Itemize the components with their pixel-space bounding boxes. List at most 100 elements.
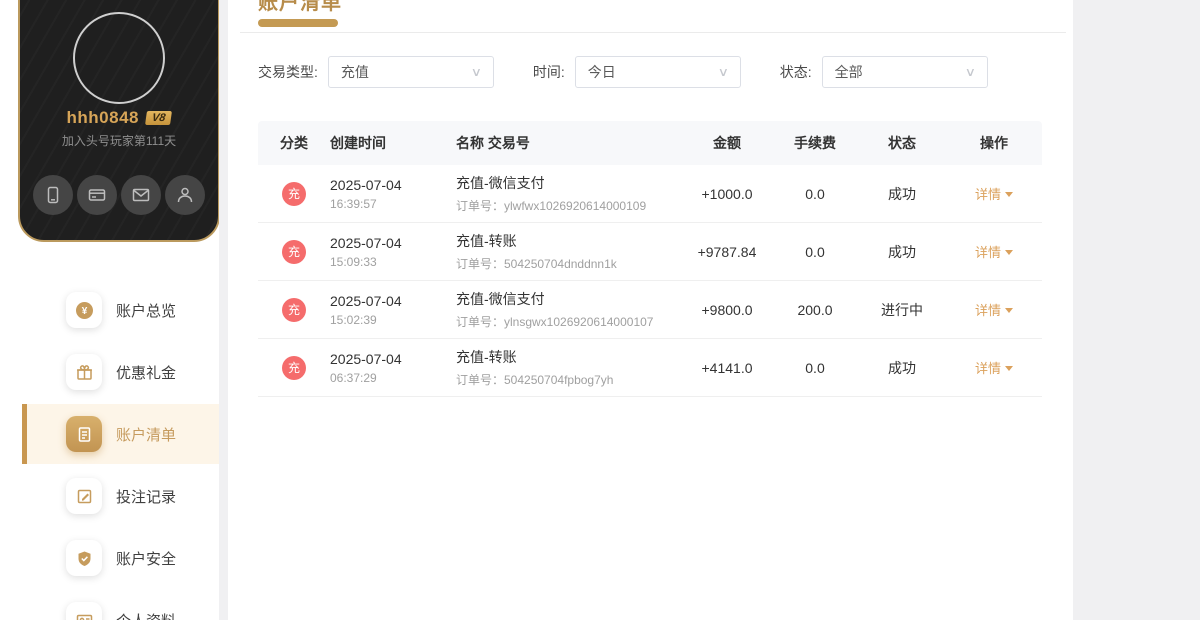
shield-check-icon [66, 540, 102, 576]
row-fee: 200.0 [797, 301, 833, 318]
row-status: 成功 [888, 185, 916, 202]
title-area: 账户清单 [258, 0, 1073, 13]
filter-label: 状态: [779, 64, 812, 80]
header-amount: 金额 [713, 135, 741, 151]
row-date: 2025-07-04 [330, 350, 402, 367]
table-row: 充 2025-07-04 06:37:29 充值-转账 订单号：50425070… [258, 339, 1042, 397]
svg-text:¥: ¥ [81, 306, 87, 317]
row-name: 充值-微信支付 [456, 291, 545, 307]
row-name: 充值-转账 [456, 233, 517, 249]
id-card-icon [66, 602, 102, 620]
recharge-category-badge: 充 [282, 181, 306, 206]
sidebar-item-label: 账户安全 [116, 550, 177, 568]
header-divider [240, 32, 1066, 33]
sidebar: hhh0848 V8 加入头号玩家第111天 ¥ 账户总览 优惠礼金 账户清单 … [0, 0, 219, 620]
header-created-time: 创建时间 [330, 135, 386, 151]
join-days-text: 加入头号玩家第111天 [61, 134, 177, 148]
row-date: 2025-07-04 [330, 176, 402, 193]
row-order-number: 订单号：504250704fpbog7yh [456, 373, 614, 387]
username-row: hhh0848 V8 [20, 108, 218, 128]
sidebar-menu: ¥ 账户总览 优惠礼金 账户清单 投注记录 账户安全 [0, 280, 219, 620]
header-status: 状态 [888, 135, 916, 151]
header-actions: 操作 [980, 135, 1008, 151]
profile-card: hhh0848 V8 加入头号玩家第111天 [18, 0, 219, 242]
row-fee: 0.0 [805, 185, 825, 202]
yuan-coin-icon: ¥ [66, 292, 102, 328]
row-status: 进行中 [881, 301, 923, 318]
detail-link[interactable]: 详情 [975, 361, 1013, 376]
page-background [1073, 0, 1200, 620]
recharge-category-badge: 充 [282, 239, 306, 264]
filter-label: 交易类型: [258, 64, 318, 80]
bank-card-icon[interactable] [77, 175, 117, 215]
row-name: 充值-微信支付 [456, 175, 545, 191]
title-underline [258, 19, 338, 27]
header-name-txid: 名称 交易号 [456, 135, 530, 151]
caret-down-icon [1005, 366, 1013, 371]
row-order-number: 订单号：ylnsgwx1026920614000107 [456, 315, 654, 329]
recharge-category-badge: 充 [282, 355, 306, 380]
mail-icon[interactable] [121, 175, 161, 215]
filter-bar: 交易类型: 充值 ∨ 时间: 今日 ∨ 状态: 全部 ∨ [258, 56, 1073, 88]
filter-transaction-type: 交易类型: 充值 ∨ [258, 56, 494, 88]
quick-icons-row [20, 175, 218, 215]
main-content: 账户清单 交易类型: 充值 ∨ 时间: 今日 ∨ 状态: 全部 ∨ 分类 创建时… [228, 0, 1073, 620]
sidebar-item-label: 账户清单 [116, 426, 177, 444]
transaction-type-select[interactable]: 充值 ∨ [327, 56, 494, 88]
row-time: 15:09:33 [330, 254, 377, 269]
table-header: 分类 创建时间 名称 交易号 金额 手续费 状态 操作 [258, 121, 1042, 165]
header-fee: 手续费 [794, 135, 836, 151]
detail-link[interactable]: 详情 [975, 187, 1013, 202]
select-value: 今日 [587, 64, 616, 80]
status-select[interactable]: 全部 ∨ [821, 56, 988, 88]
sidebar-item-label: 个人资料 [116, 610, 176, 620]
username: hhh0848 [66, 108, 139, 127]
sidebar-item-bet-records[interactable]: 投注记录 [22, 466, 219, 526]
row-order-number: 订单号：504250704dnddnn1k [456, 257, 617, 271]
filter-status: 状态: 全部 ∨ [780, 56, 988, 88]
avatar [73, 12, 165, 104]
row-amount: +9800.0 [701, 301, 753, 318]
contact-icon[interactable] [165, 175, 205, 215]
table-row: 充 2025-07-04 16:39:57 充值-微信支付 订单号：ylwfwx… [258, 165, 1042, 223]
time-select[interactable]: 今日 ∨ [574, 56, 741, 88]
detail-link[interactable]: 详情 [975, 245, 1013, 260]
gift-icon [66, 354, 102, 390]
row-date: 2025-07-04 [330, 234, 402, 251]
sidebar-item-promotions[interactable]: 优惠礼金 [22, 342, 219, 402]
chevron-down-icon: ∨ [964, 65, 976, 79]
row-fee: 0.0 [805, 243, 825, 260]
row-time: 15:02:39 [330, 312, 377, 327]
select-value: 全部 [834, 64, 863, 80]
detail-link[interactable]: 详情 [975, 303, 1013, 318]
row-name: 充值-转账 [456, 349, 517, 365]
sidebar-item-account-security[interactable]: 账户安全 [22, 528, 219, 588]
row-fee: 0.0 [805, 359, 825, 376]
filter-label: 时间: [532, 64, 565, 80]
vip-level-badge: V8 [145, 111, 173, 125]
row-status: 成功 [888, 243, 916, 260]
row-time: 06:37:29 [330, 370, 377, 385]
chevron-down-icon: ∨ [470, 65, 483, 79]
row-date: 2025-07-04 [330, 292, 402, 309]
sidebar-item-account-overview[interactable]: ¥ 账户总览 [22, 280, 219, 340]
statement-document-icon [66, 416, 102, 452]
sidebar-item-label: 投注记录 [116, 488, 177, 506]
row-amount: +1000.0 [701, 185, 753, 202]
caret-down-icon [1005, 308, 1013, 313]
caret-down-icon [1005, 192, 1013, 197]
row-amount: +9787.84 [697, 243, 757, 260]
table-row: 充 2025-07-04 15:09:33 充值-转账 订单号：50425070… [258, 223, 1042, 281]
row-amount: +4141.0 [701, 359, 753, 376]
phone-icon[interactable] [33, 175, 73, 215]
note-pencil-icon [66, 478, 102, 514]
filter-time: 时间: 今日 ∨ [533, 56, 741, 88]
recharge-category-badge: 充 [282, 297, 306, 322]
sidebar-item-account-statement[interactable]: 账户清单 [22, 404, 219, 464]
table-row: 充 2025-07-04 15:02:39 充值-微信支付 订单号：ylnsgw… [258, 281, 1042, 339]
caret-down-icon [1005, 250, 1013, 255]
table-body: 充 2025-07-04 16:39:57 充值-微信支付 订单号：ylwfwx… [258, 165, 1042, 397]
sidebar-item-personal-profile[interactable]: 个人资料 [22, 590, 219, 620]
select-value: 充值 [340, 64, 369, 80]
row-status: 成功 [888, 359, 916, 376]
